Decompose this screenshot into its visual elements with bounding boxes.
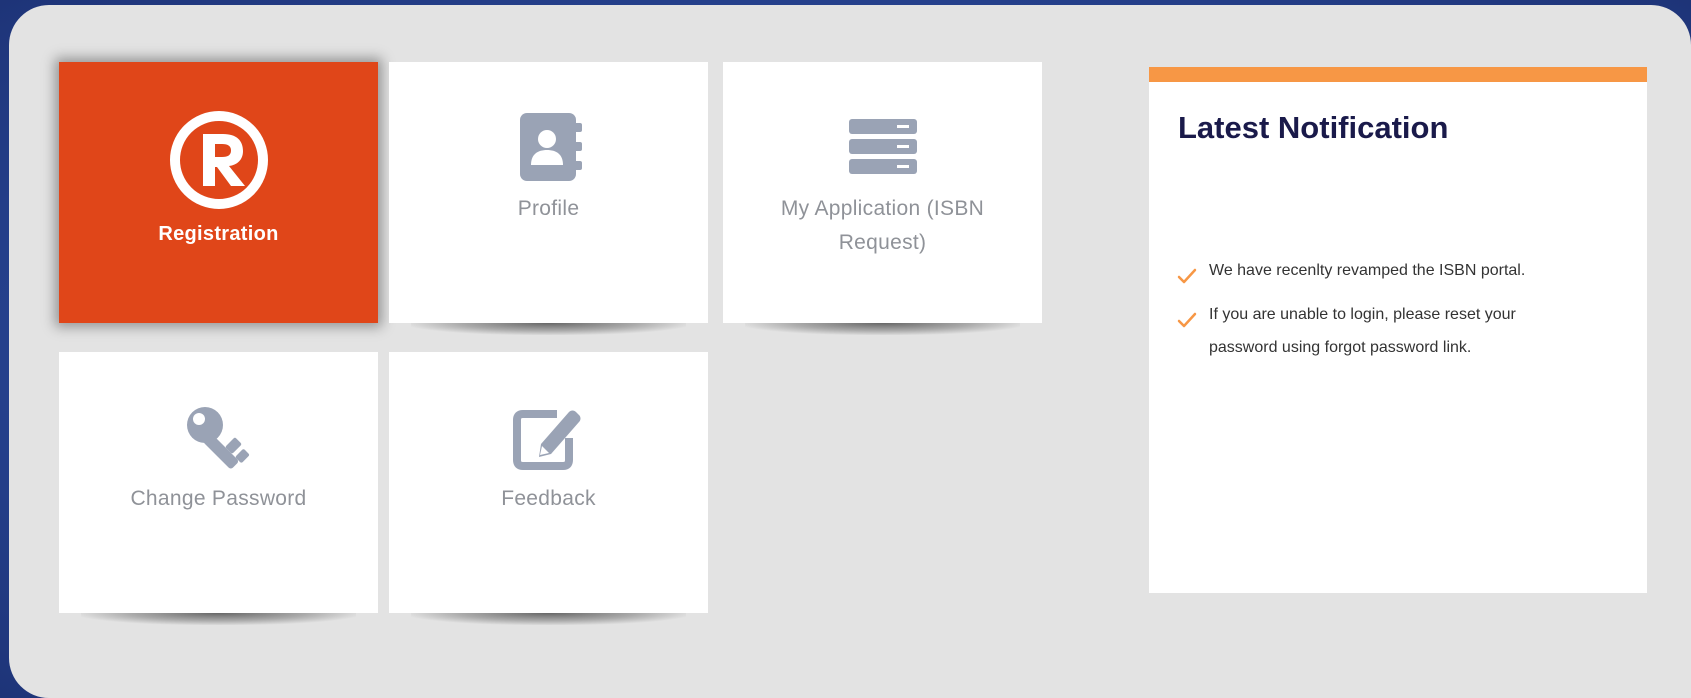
my-application-label-line1: My Application (ISBN — [780, 197, 985, 220]
notification-text-line1: If you are unable to login, please reset… — [1209, 306, 1516, 323]
notification-item: If you are unable to login, please reset… — [1177, 298, 1627, 364]
notification-item: We have recenlty revamped the ISBN porta… — [1177, 254, 1627, 296]
notification-text: If you are unable to login, please reset… — [1209, 298, 1516, 364]
notification-text-line2: password using forgot password link. — [1209, 339, 1472, 356]
profile-tile[interactable]: Profile — [389, 62, 708, 335]
registered-trademark-icon — [164, 105, 274, 215]
change-password-label: Change Password — [130, 487, 307, 510]
notification-title: Latest Notification — [1178, 110, 1449, 145]
profile-label: Profile — [517, 197, 580, 220]
change-password-tile[interactable]: Change Password — [59, 352, 378, 625]
my-application-tile[interactable]: My Application (ISBN Request) — [723, 62, 1042, 335]
registration-label: Registration — [158, 223, 279, 245]
my-application-label: My Application (ISBN Request) — [781, 192, 984, 260]
notification-text: We have recenlty revamped the ISBN porta… — [1209, 262, 1526, 279]
latest-notification-card: Latest Notification We have recenlty rev… — [1149, 67, 1647, 593]
key-icon — [164, 392, 274, 482]
checkmark-icon — [1177, 263, 1199, 296]
address-book-icon — [494, 102, 604, 192]
notification-list: We have recenlty revamped the ISBN porta… — [1177, 254, 1627, 366]
registration-tile[interactable]: Registration — [59, 62, 378, 323]
server-stack-icon — [828, 102, 938, 192]
dashboard-panel: Registration Profile My Application (ISB… — [9, 5, 1691, 698]
edit-icon — [494, 392, 604, 482]
feedback-tile[interactable]: Feedback — [389, 352, 708, 625]
my-application-label-line2: Request) — [838, 231, 927, 254]
feedback-label: Feedback — [501, 487, 596, 510]
checkmark-icon — [1177, 307, 1199, 340]
